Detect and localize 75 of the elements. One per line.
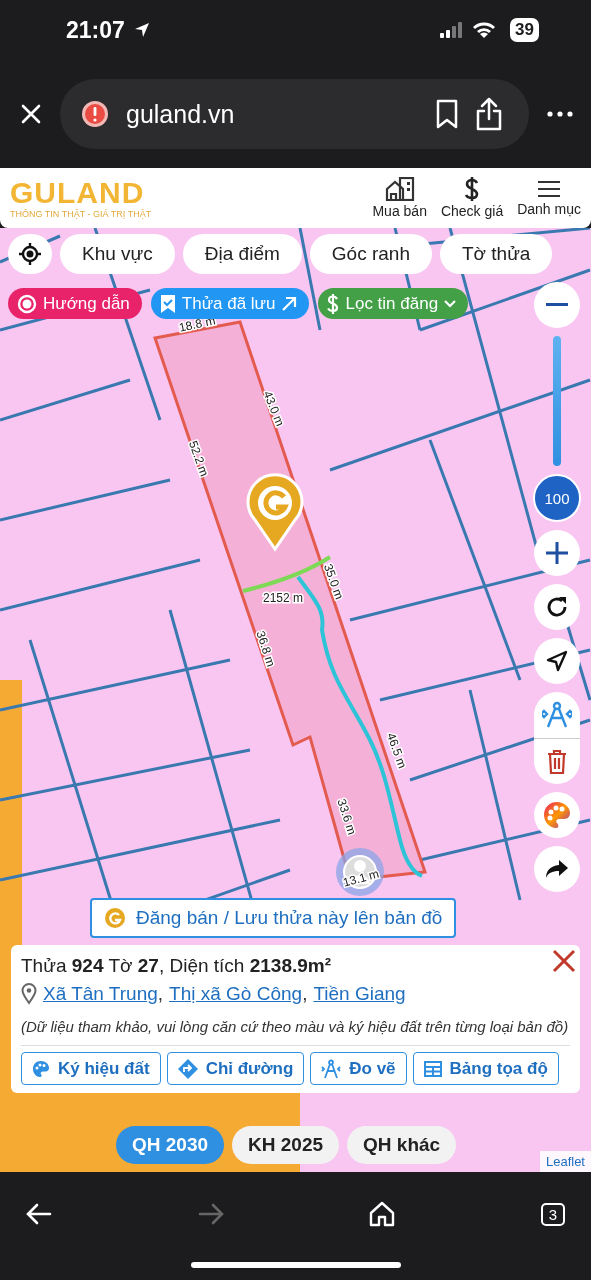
forward-arrow-icon[interactable] bbox=[197, 1203, 224, 1225]
filter-chip[interactable]: Hướng dẫn bbox=[8, 288, 142, 319]
more-icon[interactable] bbox=[547, 111, 573, 117]
navigation-arrow-icon bbox=[546, 650, 568, 672]
directions-icon bbox=[177, 1058, 198, 1079]
home-icon[interactable] bbox=[369, 1201, 396, 1227]
tab-count-button[interactable]: 3 bbox=[540, 1202, 565, 1226]
filter-chip[interactable]: Thửa đã lưu bbox=[150, 288, 310, 319]
plus-icon bbox=[546, 542, 568, 564]
location-link[interactable]: Xã Tân Trung bbox=[43, 983, 158, 1005]
chevron-down-icon bbox=[444, 299, 457, 308]
plan-layer-tab[interactable]: QH 2030 bbox=[116, 1126, 225, 1164]
disclaimer-note: (Dữ liệu tham khảo, vui lòng căn cứ theo màu và ký hiệu đất trên từng loại bản đồ) bbox=[21, 1015, 570, 1046]
tagline: THÔNG TIN THẬT - GIÁ TRỊ THẬT bbox=[10, 209, 152, 219]
refresh-icon bbox=[546, 596, 568, 618]
warning-icon bbox=[80, 99, 110, 129]
back-arrow-icon[interactable] bbox=[26, 1203, 52, 1225]
external-arrow-icon bbox=[281, 295, 298, 312]
url-text: guland.vn bbox=[126, 99, 235, 129]
map-tab[interactable]: Khu vực bbox=[60, 234, 175, 274]
location-pin-icon bbox=[21, 983, 37, 1005]
parcel-title: Thửa 924 Tờ 27, Diện tích 2138.9m² bbox=[21, 955, 333, 977]
nav-item[interactable]: Mua bán bbox=[372, 177, 427, 219]
map-tab[interactable]: Địa điểm bbox=[182, 234, 302, 274]
measurement-label: 52.2 m bbox=[185, 439, 212, 479]
measurement-label: 35.0 m bbox=[320, 562, 347, 602]
measurement-label: 2152 m bbox=[263, 591, 303, 605]
share-icon[interactable] bbox=[475, 97, 503, 131]
measurement-label: 13.1 m bbox=[341, 866, 381, 890]
crosshair-icon bbox=[19, 243, 41, 265]
play-circle-icon bbox=[17, 293, 37, 314]
parcel-action-button[interactable]: Đo vẽ bbox=[310, 1052, 407, 1085]
plan-layer-tab[interactable]: KH 2025 bbox=[232, 1126, 340, 1164]
share-arrow-icon bbox=[545, 859, 569, 879]
measurement-label: 43.0 m bbox=[260, 388, 288, 429]
dollar-icon bbox=[464, 177, 481, 201]
trash-icon bbox=[547, 749, 567, 774]
palette-icon bbox=[542, 800, 572, 830]
map-attribution[interactable]: Leaflet bbox=[539, 1151, 591, 1172]
parcel-action-button[interactable]: Bảng tọa độ bbox=[412, 1052, 559, 1085]
measurement-label: 36.8 m bbox=[253, 629, 279, 669]
parcel-action-button[interactable]: Chỉ đường bbox=[166, 1052, 305, 1085]
location-link[interactable]: Tiền Giang bbox=[313, 983, 406, 1005]
table-icon bbox=[423, 1060, 442, 1077]
clock-time: 21:07 bbox=[66, 16, 125, 44]
logo-g-icon bbox=[104, 907, 126, 929]
compass-drawing-icon bbox=[321, 1058, 342, 1079]
minus-icon bbox=[546, 303, 568, 307]
plan-layer-tab[interactable]: QH khác bbox=[347, 1126, 457, 1164]
nav-item[interactable]: Danh mục bbox=[517, 179, 581, 217]
parcel-action-button[interactable]: Ký hiệu đất bbox=[21, 1052, 161, 1085]
palette-icon bbox=[32, 1059, 50, 1078]
bookmark-check-icon bbox=[159, 293, 176, 314]
compass-drawing-icon bbox=[542, 701, 572, 729]
map-pin-icon bbox=[246, 473, 304, 551]
nav-item[interactable]: Check giá bbox=[440, 177, 504, 219]
measurement-label: 33.6 m bbox=[334, 797, 360, 837]
location-link[interactable]: Thị xã Gò Công bbox=[169, 983, 303, 1005]
user-avatar-icon bbox=[336, 848, 384, 896]
menu-icon bbox=[537, 179, 562, 199]
comma-separator: , bbox=[302, 983, 308, 1005]
building-icon bbox=[384, 177, 415, 201]
dollar-icon bbox=[327, 293, 340, 314]
address-bar[interactable]: guland.vn bbox=[60, 79, 529, 149]
bookmark-icon[interactable] bbox=[435, 99, 459, 129]
comma-separator: , bbox=[157, 983, 164, 1005]
map-tab[interactable]: Tờ thửa bbox=[439, 234, 553, 274]
opacity-slider-fill[interactable] bbox=[553, 336, 561, 466]
battery-level: 39 bbox=[510, 18, 539, 42]
measurement-label: 46.5 m bbox=[383, 731, 410, 771]
wifi-icon bbox=[472, 21, 497, 39]
filter-chip[interactable]: Lọc tin đăng bbox=[318, 288, 469, 319]
map-tab[interactable]: Góc ranh bbox=[309, 234, 432, 274]
signal-icon bbox=[440, 22, 465, 38]
save-listing-button[interactable]: Đăng bán / Lưu thửa này lên bản đồ bbox=[90, 898, 457, 938]
